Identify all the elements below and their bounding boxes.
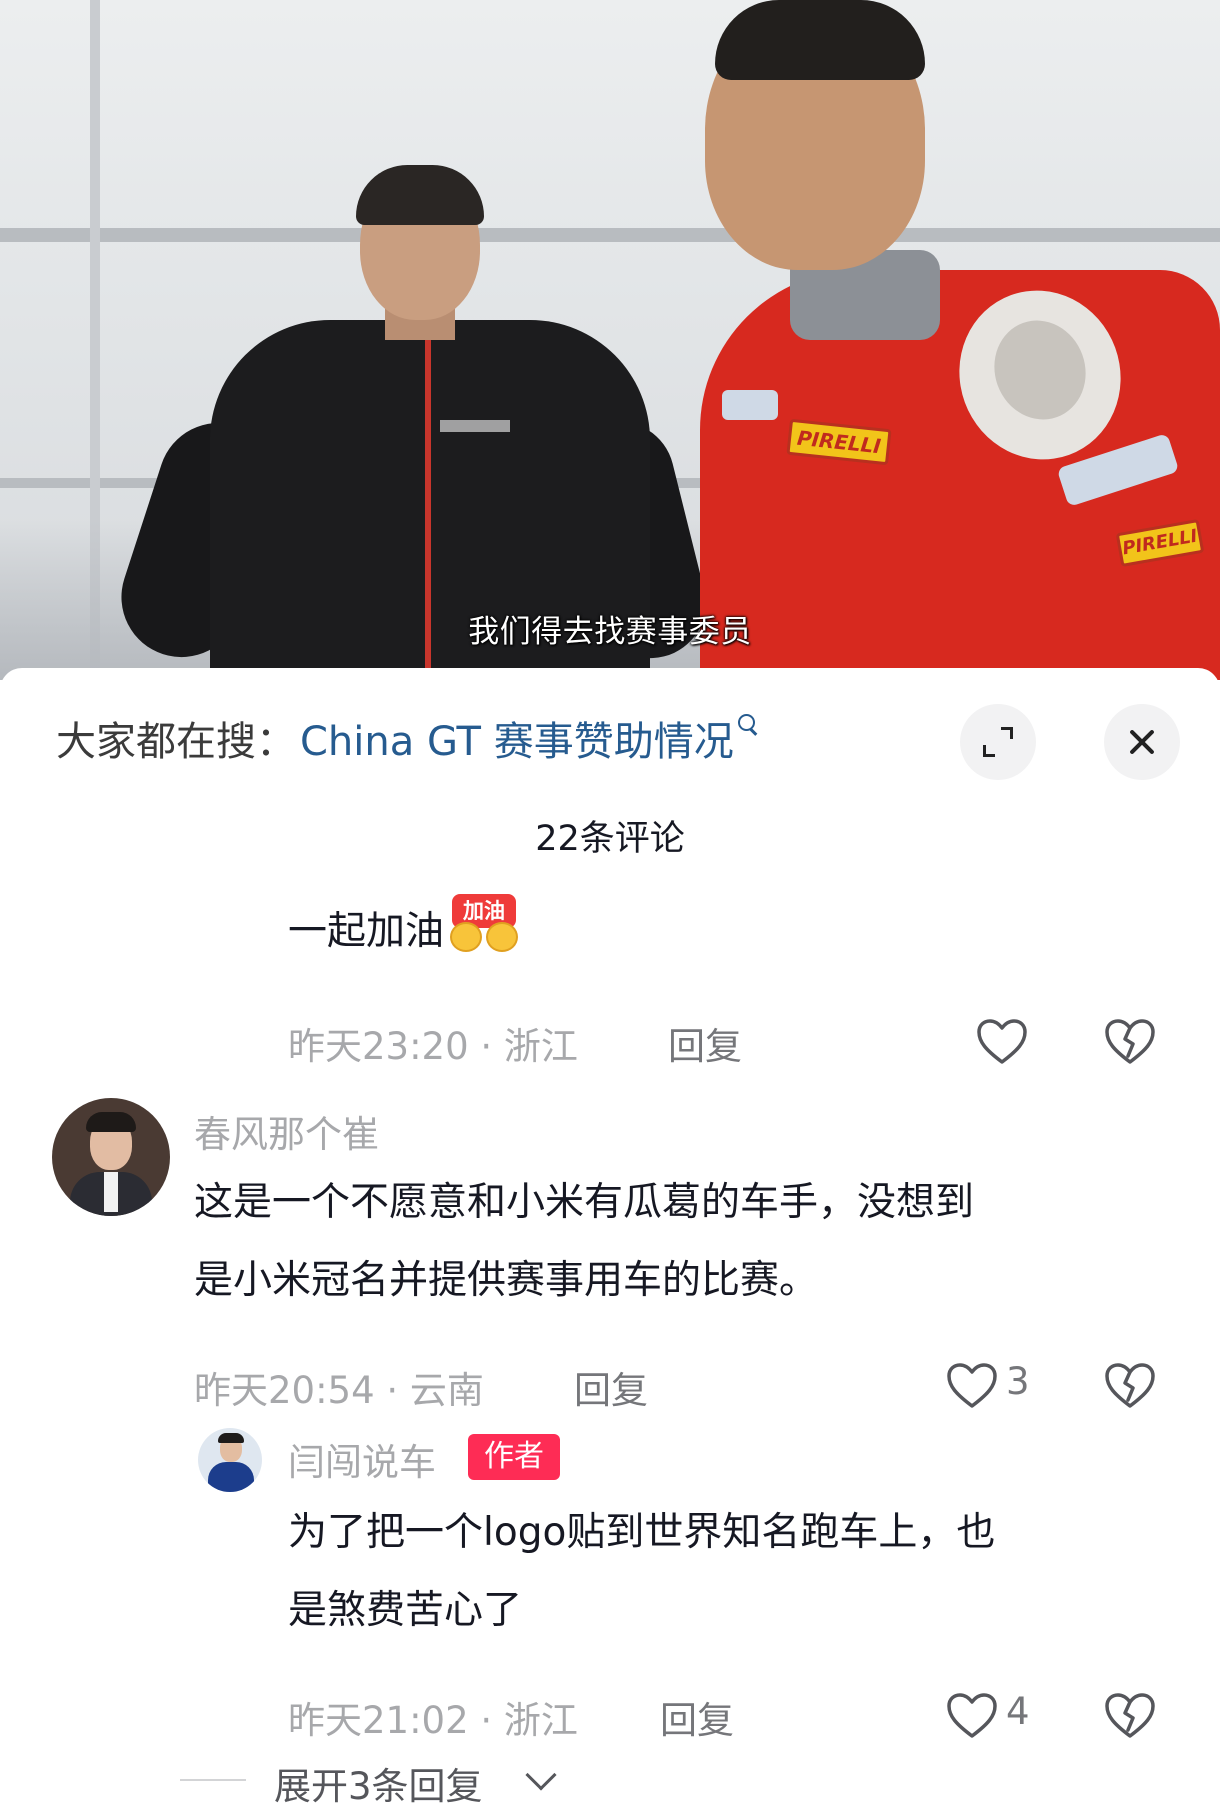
dislike-button[interactable]	[1104, 1692, 1156, 1740]
avatar[interactable]	[52, 1098, 170, 1216]
comment-timestamp: 昨天21:02 · 浙江	[288, 1699, 578, 1742]
broken-heart-icon	[1105, 1019, 1155, 1064]
comment-text: 一起加油 加油	[288, 892, 522, 971]
person-left-hair	[356, 165, 484, 225]
like-button[interactable]	[946, 1692, 998, 1740]
dislike-button[interactable]	[1104, 1362, 1156, 1410]
avatar[interactable]	[198, 1428, 262, 1492]
comment-count-title: 22条评论	[535, 819, 685, 859]
reply-button[interactable]: 回复	[660, 1690, 734, 1744]
trending-search-link[interactable]: China GT 赛事赞助情况	[300, 709, 734, 767]
trending-search-prefix: 大家都在搜：	[56, 719, 296, 765]
expand-replies-button[interactable]: 展开3条回复	[274, 1756, 483, 1810]
like-button[interactable]	[946, 1362, 998, 1410]
like-count: 3	[1006, 1360, 1030, 1403]
video-subtitle: 我们得去找赛事委员	[468, 614, 752, 650]
close-icon	[1127, 727, 1157, 757]
racesuit-badge	[722, 390, 778, 420]
comment-text: 是煞费苦心了	[288, 1588, 523, 1633]
jiayou-emoji-icon: 加油	[446, 892, 522, 954]
broken-heart-icon	[1105, 1363, 1155, 1408]
comment-sheet: 大家都在搜： China GT 赛事赞助情况 22条评论 一起加油 加油 昨天23…	[0, 668, 1220, 1819]
close-button[interactable]	[1104, 704, 1180, 780]
expand-icon	[983, 727, 1013, 757]
search-icon	[737, 714, 758, 738]
author-badge: 作者	[468, 1434, 560, 1480]
heart-icon	[947, 1693, 997, 1738]
like-button[interactable]	[976, 1018, 1028, 1066]
like-count: 4	[1006, 1690, 1030, 1733]
dislike-button[interactable]	[1104, 1018, 1156, 1066]
heart-icon	[947, 1363, 997, 1408]
window-frame	[0, 228, 1220, 242]
broken-heart-icon	[1105, 1693, 1155, 1738]
reply-button[interactable]: 回复	[668, 1016, 742, 1070]
jacket-logo	[440, 420, 510, 432]
comment-username[interactable]: 春风那个崔	[194, 1104, 379, 1158]
comment-text: 为了把一个logo贴到世界知名跑车上，也	[288, 1510, 996, 1555]
reply-button[interactable]: 回复	[574, 1360, 648, 1414]
person-right-hair	[715, 0, 925, 80]
trending-search[interactable]: 大家都在搜： China GT 赛事赞助情况	[56, 708, 758, 768]
comment-timestamp: 昨天23:20 · 浙江	[288, 1025, 578, 1068]
comment-text: 是小米冠名并提供赛事用车的比赛。	[194, 1258, 819, 1303]
comment-text: 这是一个不愿意和小米有瓜葛的车手，没想到	[194, 1180, 975, 1225]
video-frame[interactable]: PIRELLI PIRELLI 我们得去找赛事委员	[0, 0, 1220, 680]
comment-timestamp: 昨天20:54 · 云南	[194, 1369, 484, 1412]
chevron-down-icon	[525, 1759, 557, 1791]
divider	[180, 1779, 246, 1781]
heart-icon	[977, 1019, 1027, 1064]
comment-username[interactable]: 闫闯说车	[288, 1432, 436, 1486]
expand-button[interactable]	[960, 704, 1036, 780]
